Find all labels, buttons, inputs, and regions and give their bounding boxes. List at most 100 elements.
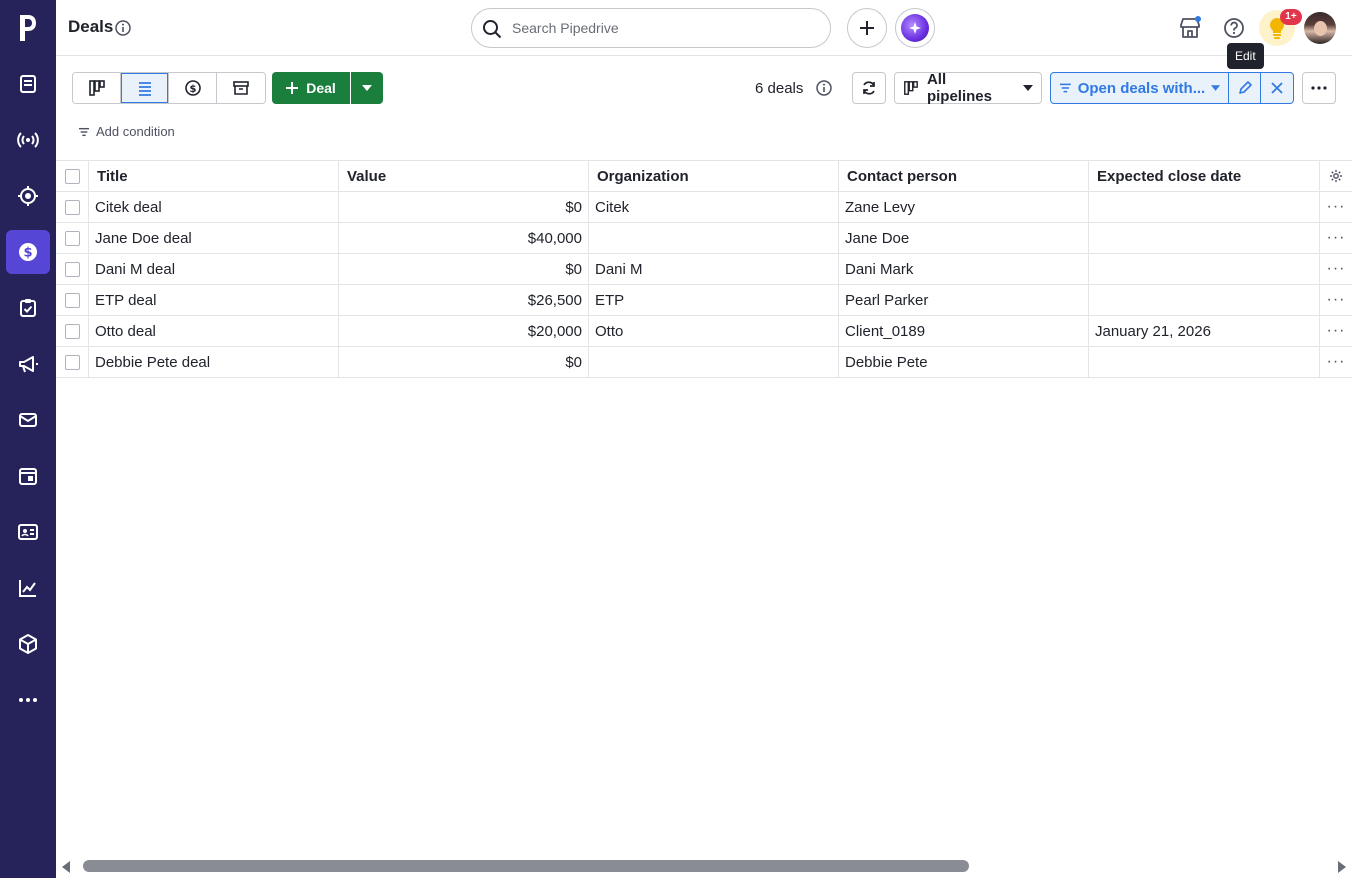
svg-text:$: $ xyxy=(23,246,32,261)
deal-organization[interactable]: Otto xyxy=(589,316,839,346)
pipeline-selector[interactable]: All pipelines xyxy=(894,71,1042,105)
deal-title[interactable]: Jane Doe deal xyxy=(89,223,339,253)
insights-icon[interactable] xyxy=(6,566,50,610)
deal-organization[interactable] xyxy=(589,347,839,377)
column-header-expected-close-date[interactable]: Expected close date xyxy=(1089,161,1320,191)
help-icon[interactable] xyxy=(1220,14,1248,42)
target-icon[interactable] xyxy=(6,174,50,218)
deal-organization[interactable]: Citek xyxy=(589,192,839,222)
table-row[interactable]: Dani M deal $0 Dani M Dani Mark ··· xyxy=(56,254,1352,285)
column-settings-gear-icon[interactable] xyxy=(1320,161,1352,191)
select-all-checkbox[interactable] xyxy=(56,161,89,191)
row-checkbox[interactable] xyxy=(56,192,89,222)
deal-contact-person[interactable]: Jane Doe xyxy=(839,223,1089,253)
campaigns-icon[interactable] xyxy=(6,342,50,386)
forecast-view-button[interactable]: $ xyxy=(169,73,217,103)
info-icon[interactable] xyxy=(115,20,131,36)
deal-organization[interactable]: ETP xyxy=(589,285,839,315)
activities-icon[interactable] xyxy=(6,286,50,330)
table-row[interactable]: Debbie Pete deal $0 Debbie Pete ··· xyxy=(56,347,1352,378)
deal-value[interactable]: $20,000 xyxy=(339,316,589,346)
more-options-button[interactable] xyxy=(1302,72,1336,104)
table-row[interactable]: ETP deal $26,500 ETP Pearl Parker ··· xyxy=(56,285,1352,316)
filter-dropdown[interactable]: Open deals with... xyxy=(1051,73,1230,103)
archive-view-button[interactable] xyxy=(217,73,265,103)
mail-icon[interactable] xyxy=(6,398,50,442)
deal-organization[interactable]: Dani M xyxy=(589,254,839,284)
scroll-right-arrow-icon[interactable] xyxy=(1338,861,1346,873)
add-deal-button[interactable]: Deal xyxy=(272,72,350,104)
deal-title[interactable]: Citek deal xyxy=(89,192,339,222)
scrollbar-thumb[interactable] xyxy=(83,860,969,872)
list-view-button[interactable] xyxy=(121,73,169,103)
row-checkbox[interactable] xyxy=(56,223,89,253)
deal-title[interactable]: Otto deal xyxy=(89,316,339,346)
deals-dollar-icon[interactable]: $ xyxy=(6,230,50,274)
deal-expected-close-date[interactable] xyxy=(1089,254,1320,284)
deal-contact-person[interactable]: Client_0189 xyxy=(839,316,1089,346)
refresh-button[interactable] xyxy=(852,72,886,104)
add-condition-button[interactable]: Add condition xyxy=(78,124,175,139)
deal-contact-person[interactable]: Zane Levy xyxy=(839,192,1089,222)
table-row[interactable]: Jane Doe deal $40,000 Jane Doe ··· xyxy=(56,223,1352,254)
deal-expected-close-date[interactable] xyxy=(1089,192,1320,222)
refresh-icon xyxy=(863,81,875,95)
deal-value[interactable]: $0 xyxy=(339,192,589,222)
products-icon[interactable] xyxy=(6,622,50,666)
deal-contact-person[interactable]: Debbie Pete xyxy=(839,347,1089,377)
column-header-organization[interactable]: Organization xyxy=(589,161,839,191)
calendar-icon[interactable] xyxy=(6,454,50,498)
search-box[interactable] xyxy=(471,8,831,48)
deal-organization[interactable] xyxy=(589,223,839,253)
row-more-icon[interactable]: ··· xyxy=(1320,316,1352,346)
deal-title[interactable]: ETP deal xyxy=(89,285,339,315)
row-checkbox[interactable] xyxy=(56,347,89,377)
table-row[interactable]: Otto deal $20,000 Otto Client_0189 January 2… xyxy=(56,316,1352,347)
marketplace-icon[interactable] xyxy=(1176,14,1204,42)
row-checkbox[interactable] xyxy=(56,254,89,284)
column-header-contact-person[interactable]: Contact person xyxy=(839,161,1089,191)
avatar[interactable] xyxy=(1304,12,1336,44)
horizontal-scrollbar[interactable] xyxy=(56,856,1352,878)
deal-expected-close-date[interactable] xyxy=(1089,285,1320,315)
more-icon[interactable] xyxy=(6,678,50,722)
row-more-icon[interactable]: ··· xyxy=(1320,192,1352,222)
info-icon[interactable] xyxy=(816,80,832,101)
page-title: Deals xyxy=(68,17,114,36)
leads-icon[interactable] xyxy=(6,62,50,106)
row-more-icon[interactable]: ··· xyxy=(1320,254,1352,284)
deal-value[interactable]: $26,500 xyxy=(339,285,589,315)
search-input[interactable] xyxy=(512,18,812,38)
pipedrive-logo[interactable] xyxy=(0,0,56,56)
row-checkbox[interactable] xyxy=(56,316,89,346)
deal-title[interactable]: Debbie Pete deal xyxy=(89,347,339,377)
broadcast-icon[interactable] xyxy=(6,118,50,162)
deal-title[interactable]: Dani M deal xyxy=(89,254,339,284)
column-header-value[interactable]: Value xyxy=(339,161,589,191)
deal-expected-close-date[interactable] xyxy=(1089,347,1320,377)
row-more-icon[interactable]: ··· xyxy=(1320,347,1352,377)
deal-value[interactable]: $40,000 xyxy=(339,223,589,253)
quick-add-button[interactable] xyxy=(847,8,887,48)
table-row[interactable]: Citek deal $0 Citek Zane Levy ··· xyxy=(56,192,1352,223)
pipeline-icon xyxy=(88,80,105,96)
row-more-icon[interactable]: ··· xyxy=(1320,223,1352,253)
column-header-title[interactable]: Title xyxy=(89,161,339,191)
row-more-icon[interactable]: ··· xyxy=(1320,285,1352,315)
clear-filter-button[interactable] xyxy=(1261,73,1293,103)
scroll-left-arrow-icon[interactable] xyxy=(62,861,70,873)
forecast-icon: $ xyxy=(184,80,201,96)
edit-filter-button[interactable] xyxy=(1229,73,1262,103)
deal-value[interactable]: $0 xyxy=(339,347,589,377)
deal-value[interactable]: $0 xyxy=(339,254,589,284)
add-deal-dropdown-button[interactable] xyxy=(351,72,383,104)
contacts-icon[interactable] xyxy=(6,510,50,554)
deal-expected-close-date[interactable] xyxy=(1089,223,1320,253)
deal-contact-person[interactable]: Pearl Parker xyxy=(839,285,1089,315)
view-switcher: $ xyxy=(72,72,266,104)
row-checkbox[interactable] xyxy=(56,285,89,315)
pipeline-view-button[interactable] xyxy=(73,73,121,103)
deal-expected-close-date[interactable]: January 21, 2026 xyxy=(1089,316,1320,346)
deal-contact-person[interactable]: Dani Mark xyxy=(839,254,1089,284)
ai-assistant-button[interactable] xyxy=(895,8,935,48)
